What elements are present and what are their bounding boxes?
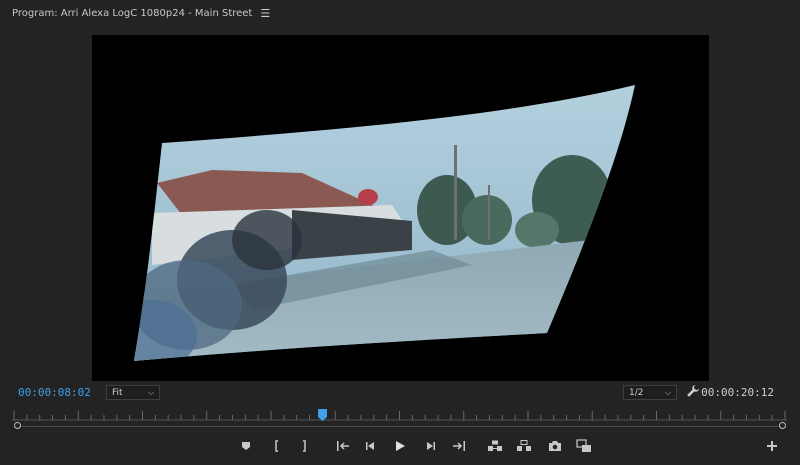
lift-button[interactable] <box>486 436 504 456</box>
time-ruler[interactable] <box>12 407 787 421</box>
mark-out-button[interactable] <box>295 436 313 456</box>
export-frame-icon <box>549 441 561 451</box>
chevron-down-icon: ⌵ <box>147 387 154 397</box>
step-back-icon <box>366 442 374 450</box>
step-forward-icon <box>427 442 435 450</box>
mark-in-icon <box>275 440 278 452</box>
zoom-level-select[interactable]: Fit ⌵ <box>106 385 160 400</box>
transport-controls <box>0 436 800 456</box>
add-marker-button[interactable] <box>237 436 255 456</box>
panel-title: Program: Arri Alexa LogC 1080p24 - Main … <box>12 7 253 19</box>
wrench-icon[interactable] <box>686 384 700 398</box>
step-back-button[interactable] <box>362 436 380 456</box>
playback-resolution-value: 1/2 <box>629 387 644 398</box>
extract-icon <box>517 440 531 451</box>
step-forward-button[interactable] <box>421 436 439 456</box>
go-to-in-icon <box>337 441 349 451</box>
scrollbar-left-handle[interactable] <box>14 422 21 429</box>
comparison-view-button[interactable] <box>575 436 593 456</box>
button-editor-add-button[interactable] <box>763 436 781 456</box>
zoom-scrollbar[interactable] <box>14 422 786 431</box>
playhead[interactable] <box>317 409 327 421</box>
playback-resolution-select[interactable]: 1/2 ⌵ <box>623 385 677 400</box>
export-frame-button[interactable] <box>546 436 564 456</box>
go-to-out-icon <box>453 441 465 451</box>
video-frame <box>134 85 635 361</box>
scrollbar-right-handle[interactable] <box>779 422 786 429</box>
chevron-down-icon: ⌵ <box>664 387 671 397</box>
program-monitor-viewer[interactable] <box>92 35 709 381</box>
mark-in-button[interactable] <box>268 436 286 456</box>
hamburger-menu-icon[interactable]: ☰ <box>260 7 270 20</box>
lift-icon <box>488 440 502 451</box>
extract-button[interactable] <box>515 436 533 456</box>
go-to-out-button[interactable] <box>450 436 468 456</box>
zoom-level-value: Fit <box>112 387 123 398</box>
panel-header: Program: Arri Alexa LogC 1080p24 - Main … <box>0 0 800 26</box>
mark-out-icon <box>303 440 306 452</box>
scrollbar-track <box>19 426 781 427</box>
plus-icon <box>767 441 777 451</box>
add-marker-icon <box>242 442 250 450</box>
duration-timecode: 00:00:20:12 <box>701 386 774 399</box>
play-icon <box>396 441 405 451</box>
current-timecode[interactable]: 00:00:08:02 <box>18 386 91 399</box>
go-to-in-button[interactable] <box>334 436 352 456</box>
comparison-view-icon <box>576 439 591 452</box>
play-button[interactable] <box>391 436 409 456</box>
